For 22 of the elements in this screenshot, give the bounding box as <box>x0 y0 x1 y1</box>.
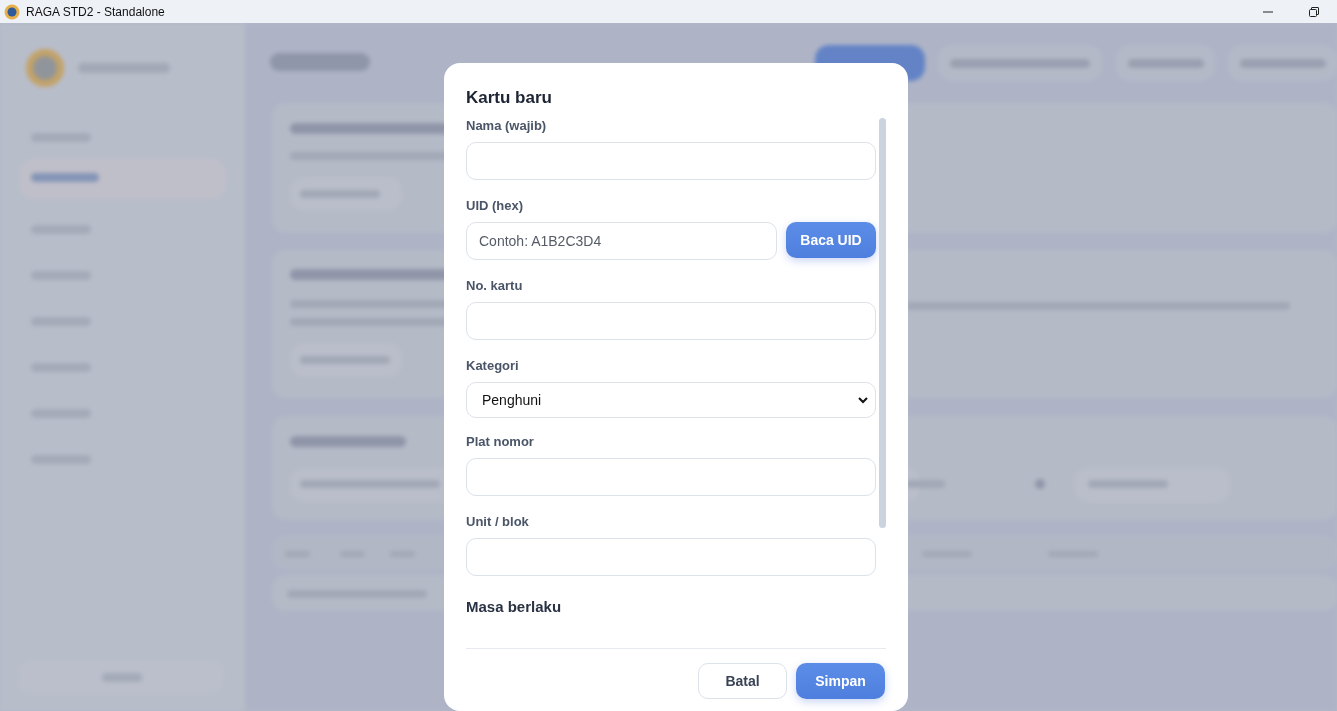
read-button[interactable]: Baca UID <box>786 222 876 258</box>
category-select[interactable]: Penghuni <box>466 382 876 418</box>
scrollbar[interactable] <box>879 118 886 528</box>
chevron-icon <box>857 394 869 406</box>
input-field[interactable] <box>466 538 876 576</box>
input-field[interactable]: Contoh: A1B2C3D4 <box>466 222 777 260</box>
field-label: UID (hex) <box>466 198 525 214</box>
section-heading: Masa berlaku <box>466 598 563 615</box>
save-button[interactable]: Simpan <box>796 663 885 699</box>
field-label: Nama (wajib) <box>466 118 548 134</box>
window-title: RAGA STD2 - Standalone <box>26 4 165 19</box>
cancel-button[interactable]: Batal <box>698 663 787 699</box>
restore-icon <box>1308 5 1320 18</box>
input-field[interactable] <box>466 458 876 496</box>
field-label: Plat nomor <box>466 434 535 450</box>
field-label: No. kartu <box>466 278 524 294</box>
dialog-title: Kartu baru <box>466 88 553 109</box>
field-label: Kategori <box>466 358 520 374</box>
app-logo-icon <box>4 3 20 20</box>
field-label: Unit / blok <box>466 514 530 530</box>
input-field[interactable] <box>466 142 876 180</box>
input-field[interactable] <box>466 302 876 340</box>
